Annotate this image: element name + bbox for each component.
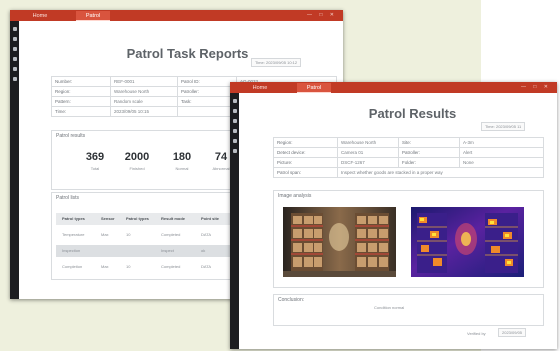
stat-label: Total — [90, 166, 100, 171]
menu-icon[interactable] — [232, 99, 237, 103]
column-header: Result mode — [161, 216, 186, 221]
stat-finished: 2000 Finished — [118, 151, 156, 171]
column-header: Patrol types — [62, 216, 85, 221]
stat-total: 369 Total — [80, 151, 110, 171]
time-stamp: Time: 2023/09/05 11 — [481, 122, 526, 131]
stat-normal: 180 Normal — [167, 151, 197, 171]
warehouse-photo[interactable] — [283, 207, 396, 277]
user-icon[interactable] — [232, 109, 237, 113]
thermal-image-view — [411, 207, 524, 277]
title-bar: Home Patrol — □ ✕ — [230, 82, 557, 93]
panel-title: Image analysis — [278, 193, 312, 199]
info-value: Warehouse North — [337, 137, 399, 148]
info-row: Region: Warehouse North Site: A-3m — [273, 137, 544, 148]
info-value: REF-0001 — [110, 76, 178, 87]
info-value: Warehouse North — [110, 86, 178, 97]
column-header: Sensor — [101, 216, 115, 221]
footer-date: 2023/09/05 — [498, 328, 527, 337]
table-cell: Max — [101, 232, 109, 237]
thermal-image[interactable] — [411, 207, 524, 277]
column-header: Patrol types — [126, 216, 149, 221]
info-label: Picture: — [273, 157, 338, 168]
info-label: Detect device: — [273, 147, 338, 158]
table-cell: ok — [201, 248, 206, 253]
conclusion-value: Condition normal — [374, 305, 405, 310]
info-row: Detect device: Camera 01 Patroller: Aler… — [273, 147, 544, 158]
column-header: Point site — [201, 216, 220, 221]
patrol-results-window: Home Patrol — □ ✕ Patrol Results Time: 2… — [230, 82, 557, 349]
stat-value: 180 — [172, 151, 192, 163]
table-cell: Completed — [161, 264, 181, 269]
table-cell: DATA — [201, 232, 212, 237]
conclusion-panel: Conclusion: Condition normal — [273, 294, 544, 326]
footer-verified-label: Verified by — [467, 331, 486, 336]
info-value: Random scale — [110, 96, 178, 107]
tab-home[interactable]: Home — [247, 83, 273, 93]
table-cell: Temperature — [62, 232, 85, 237]
table-cell: Completion — [62, 264, 83, 269]
window-controls[interactable]: — □ ✕ — [521, 83, 551, 92]
stat-label: Finished — [129, 166, 145, 171]
sidebar — [10, 21, 19, 299]
info-value: Inspect whether goods are stacked in a p… — [337, 167, 544, 178]
info-label: Task: — [177, 96, 237, 107]
user-icon[interactable] — [12, 37, 17, 41]
info-icon[interactable] — [12, 77, 17, 81]
sidebar — [230, 93, 239, 349]
info-value: None — [459, 157, 544, 168]
stat-value: 369 — [85, 151, 105, 163]
tab-patrol[interactable]: Patrol — [297, 83, 331, 93]
info-value: A-3m — [459, 137, 544, 148]
info-value: Alert — [459, 147, 544, 158]
info-row: Patrol span: Inspect whether goods are s… — [273, 167, 544, 178]
image-analysis-panel: Image analysis — [273, 190, 544, 288]
time-stamp: Time: 2023/09/05 10:12 — [251, 58, 302, 67]
info-label: Patroller: — [398, 147, 460, 158]
info-label: Pattern: — [51, 96, 111, 107]
tab-home[interactable]: Home — [27, 11, 53, 21]
info-value: Camera 01 — [337, 147, 399, 158]
stat-value: 2000 — [124, 151, 150, 163]
info-label: Time: — [51, 106, 111, 117]
info-label — [177, 106, 237, 117]
info-value: 2023/09/05 10:15 — [110, 106, 178, 117]
table-cell: Inspect — [161, 248, 174, 253]
info-row: Picture: DSCF-1267 Folder: None — [273, 157, 544, 168]
info-label: Region: — [273, 137, 338, 148]
device-icon[interactable] — [12, 57, 17, 61]
result-info-table: Region: Warehouse North Site: A-3m Detec… — [273, 137, 544, 178]
panel-title: Patrol lists — [56, 195, 80, 201]
table-cell: Completed — [161, 232, 181, 237]
info-label: Number: — [51, 76, 111, 87]
page-title: Patrol Results — [368, 106, 457, 121]
info-label: Patrol ID: — [177, 76, 237, 87]
info-value: DSCF-1267 — [337, 157, 399, 168]
warehouse-photo-image — [283, 207, 396, 277]
table-cell: Inspection — [62, 248, 81, 253]
table-cell: Max — [101, 264, 109, 269]
title-bar: Home Patrol — □ ✕ — [10, 10, 343, 21]
panel-title: Patrol results — [56, 133, 86, 139]
info-icon[interactable] — [232, 149, 237, 153]
table-cell: DATA — [201, 264, 212, 269]
info-label: Patrol span: — [273, 167, 338, 178]
stat-label: Normal — [175, 166, 189, 171]
map-icon[interactable] — [12, 47, 17, 51]
menu-icon[interactable] — [12, 27, 17, 31]
tab-patrol[interactable]: Patrol — [76, 11, 110, 21]
table-cell: 10 — [126, 264, 131, 269]
window-controls[interactable]: — □ ✕ — [307, 11, 337, 20]
map-icon[interactable] — [232, 119, 237, 123]
conclusion-label: Conclusion: — [278, 297, 305, 303]
info-label: Folder: — [398, 157, 460, 168]
info-label: Patroller: — [177, 86, 237, 97]
device-icon[interactable] — [232, 129, 237, 133]
table-cell: 10 — [126, 232, 131, 237]
info-label: Site: — [398, 137, 460, 148]
settings-icon[interactable] — [12, 67, 17, 71]
info-label: Region: — [51, 86, 111, 97]
settings-icon[interactable] — [232, 139, 237, 143]
